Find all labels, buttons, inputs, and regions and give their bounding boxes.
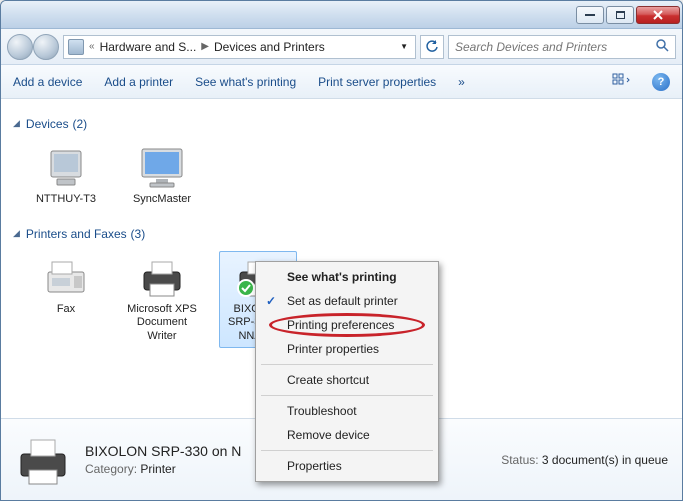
printer-item[interactable]: Fax <box>27 251 105 348</box>
fax-icon <box>40 256 92 300</box>
printer-large-icon <box>15 432 71 488</box>
menu-printing-preferences[interactable]: Printing preferences <box>259 313 435 337</box>
device-label: SyncMaster <box>133 193 191 206</box>
device-item[interactable]: SyncMaster <box>123 141 201 211</box>
printer-label: Fax <box>57 303 75 316</box>
devices-list: NTTHUY-T3 SyncMaster <box>13 141 670 211</box>
toolbar-more-button[interactable]: » <box>458 75 465 89</box>
add-printer-button[interactable]: Add a printer <box>104 75 173 89</box>
view-options-button[interactable] <box>612 73 630 90</box>
computer-icon <box>40 146 92 190</box>
menu-separator <box>261 395 433 396</box>
refresh-button[interactable] <box>420 35 444 59</box>
collapse-icon: ◢ <box>13 228 20 239</box>
menu-troubleshoot[interactable]: Troubleshoot <box>259 399 435 423</box>
breadcrumb-dropdown[interactable]: ▼ <box>397 42 411 51</box>
section-label: Devices (2) <box>26 115 87 131</box>
device-label: NTTHUY-T3 <box>36 193 96 206</box>
explorer-window: « Hardware and S... ▶ Devices and Printe… <box>0 0 683 501</box>
menu-see-printing[interactable]: See what's printing <box>259 265 435 289</box>
print-server-button[interactable]: Print server properties <box>318 75 436 89</box>
titlebar <box>1 1 682 29</box>
see-printing-button[interactable]: See what's printing <box>195 75 296 89</box>
menu-remove-device[interactable]: Remove device <box>259 423 435 447</box>
breadcrumb-item[interactable]: Devices and Printers <box>214 40 325 54</box>
help-button[interactable]: ? <box>652 73 670 91</box>
menu-separator <box>261 364 433 365</box>
monitor-icon <box>136 146 188 190</box>
location-icon <box>68 39 84 55</box>
chevron-right-icon[interactable]: ▶ <box>198 41 212 52</box>
breadcrumb-sep: « <box>86 41 98 52</box>
details-status: Status: 3 document(s) in queue <box>501 453 668 467</box>
forward-button[interactable] <box>33 34 59 60</box>
back-button[interactable] <box>7 34 33 60</box>
context-menu: See what's printing ✓ Set as default pri… <box>255 261 439 482</box>
maximize-button[interactable] <box>606 6 634 24</box>
close-button[interactable] <box>636 6 680 24</box>
printers-section-header[interactable]: ◢ Printers and Faxes (3) <box>13 225 670 241</box>
search-input[interactable] <box>455 40 655 54</box>
menu-properties[interactable]: Properties <box>259 454 435 478</box>
devices-section-header[interactable]: ◢ Devices (2) <box>13 115 670 131</box>
check-icon: ✓ <box>266 294 276 308</box>
toolbar: Add a device Add a printer See what's pr… <box>1 65 682 99</box>
menu-set-default[interactable]: ✓ Set as default printer <box>259 289 435 313</box>
nav-buttons <box>7 34 59 60</box>
menu-create-shortcut[interactable]: Create shortcut <box>259 368 435 392</box>
search-box[interactable] <box>448 35 676 59</box>
printer-label: Microsoft XPS Document Writer <box>126 303 198 343</box>
menu-separator <box>261 450 433 451</box>
section-label: Printers and Faxes (3) <box>26 225 145 241</box>
search-icon[interactable] <box>655 38 669 55</box>
breadcrumb-item[interactable]: Hardware and S... <box>100 40 197 54</box>
menu-printer-properties[interactable]: Printer properties <box>259 337 435 361</box>
address-bar: « Hardware and S... ▶ Devices and Printe… <box>1 29 682 65</box>
add-device-button[interactable]: Add a device <box>13 75 82 89</box>
printer-icon <box>136 256 188 300</box>
printer-item[interactable]: Microsoft XPS Document Writer <box>123 251 201 348</box>
collapse-icon: ◢ <box>13 118 20 129</box>
device-item[interactable]: NTTHUY-T3 <box>27 141 105 211</box>
minimize-button[interactable] <box>576 6 604 24</box>
breadcrumb[interactable]: « Hardware and S... ▶ Devices and Printe… <box>63 35 416 59</box>
